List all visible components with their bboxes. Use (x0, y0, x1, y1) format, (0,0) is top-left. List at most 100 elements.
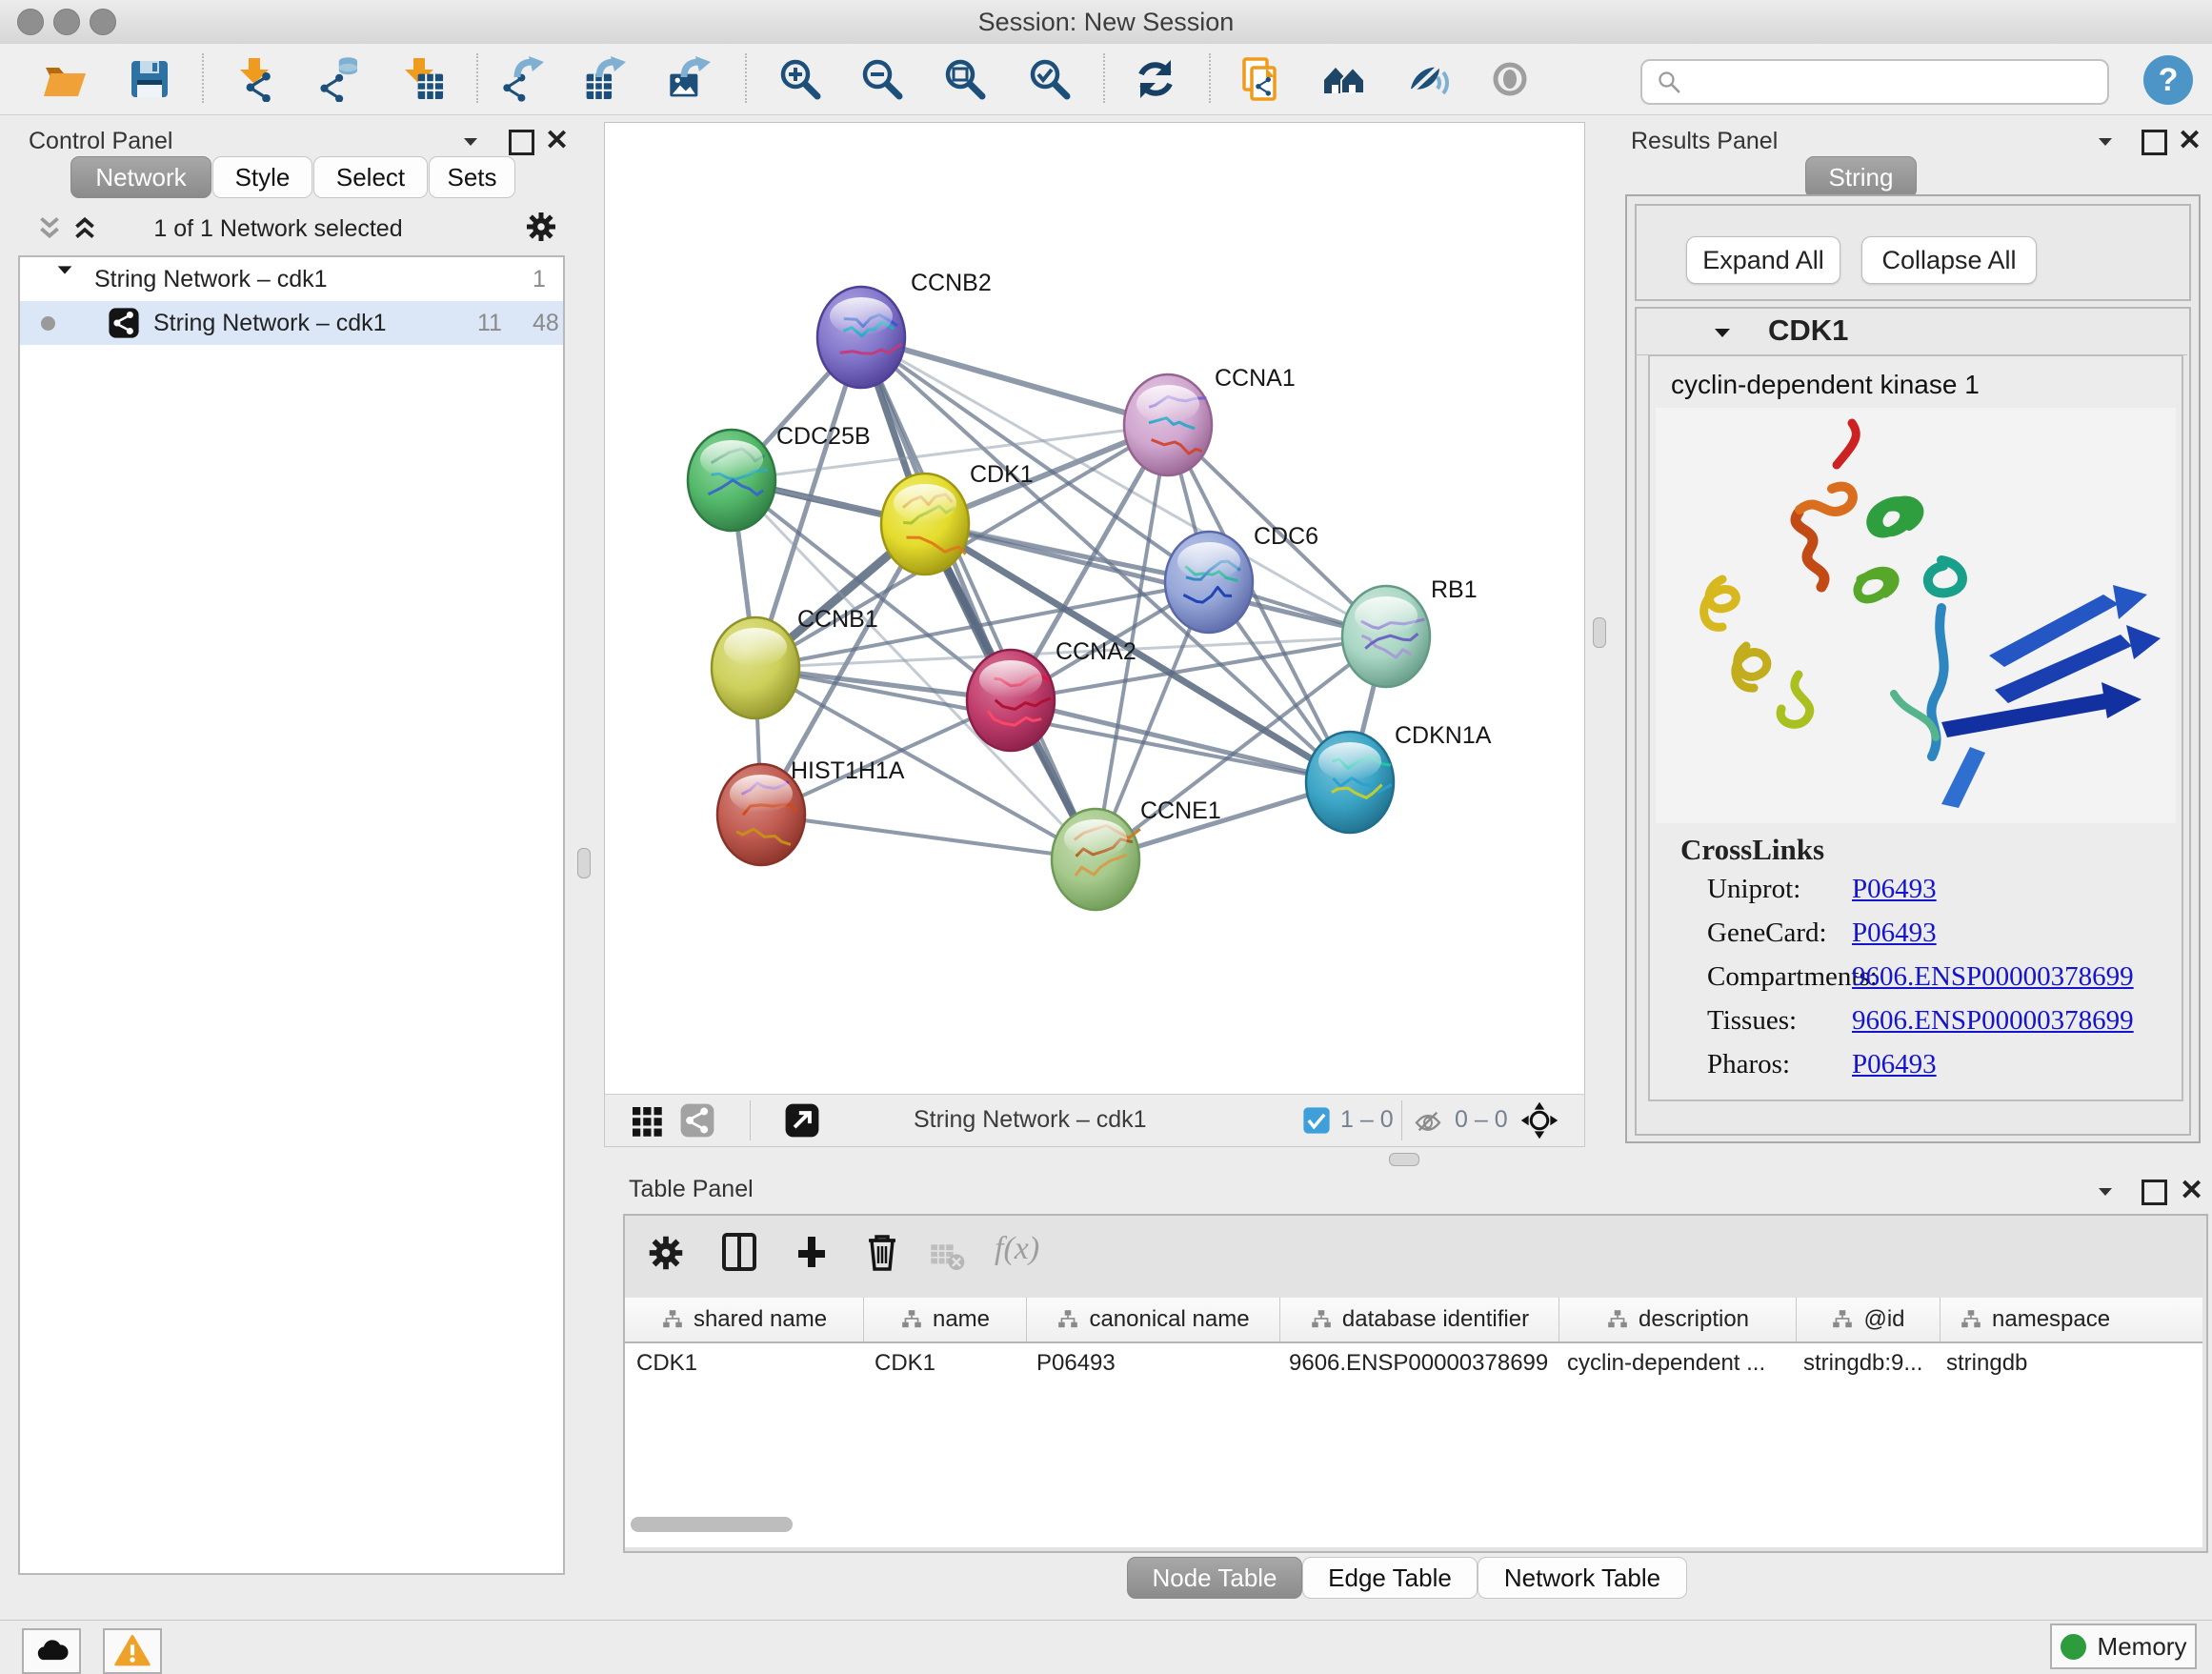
copy-current-style-icon (1237, 56, 1282, 102)
zoom-fit-button[interactable] (937, 51, 993, 107)
node-CCNE1[interactable]: CCNE1 (1052, 797, 1221, 910)
column-header-name[interactable]: name (864, 1298, 1027, 1341)
results-panel-close-icon[interactable]: ✕ (2178, 124, 2202, 157)
column-header-sharedname[interactable]: shared name (625, 1298, 864, 1341)
tab-string[interactable]: String (1805, 156, 1917, 198)
show-columns-icon[interactable] (716, 1229, 762, 1275)
node-RB1[interactable]: RB1 (1342, 576, 1478, 687)
open-in-window-icon[interactable] (784, 1102, 820, 1139)
toolbar-separator (476, 53, 478, 103)
crosslink-link[interactable]: P06493 (1852, 1049, 1937, 1080)
edge-CCNE1-HIST1H1A[interactable] (761, 815, 1096, 859)
tab-node-table[interactable]: Node Table (1127, 1557, 1302, 1599)
warnings-button[interactable] (103, 1628, 162, 1674)
control-panel-float-icon[interactable] (509, 130, 534, 155)
delete-column-icon[interactable] (859, 1229, 905, 1275)
collapse-all-button[interactable]: Collapse All (1861, 236, 2037, 284)
crosslink-link[interactable]: P06493 (1852, 874, 1937, 905)
tab-sets[interactable]: Sets (429, 156, 515, 198)
collection-expander-icon[interactable] (54, 259, 75, 280)
birdseye-grid-icon[interactable] (630, 1104, 664, 1139)
add-column-icon[interactable] (789, 1229, 835, 1275)
import-network-button[interactable] (231, 51, 286, 107)
export-image-button[interactable] (662, 51, 717, 107)
selected-checkbox-icon[interactable] (1302, 1106, 1331, 1135)
right-splitter-handle[interactable] (1593, 617, 1606, 648)
table-panel-float-icon[interactable] (2142, 1180, 2167, 1205)
table-gear-icon[interactable] (644, 1231, 688, 1275)
open-session-button[interactable] (37, 51, 92, 107)
network-share-button-icon[interactable] (679, 1102, 715, 1139)
tab-network-table[interactable]: Network Table (1478, 1557, 1687, 1599)
column-header-description[interactable]: description (1559, 1298, 1797, 1341)
node-CCNA2[interactable]: CCNA2 (967, 638, 1136, 751)
table-cell[interactable]: stringdb (1935, 1350, 2202, 1377)
node-CDKN1A[interactable]: CDKN1A (1306, 722, 1492, 833)
export-network-button[interactable] (495, 51, 551, 107)
refresh-layout-button[interactable] (1128, 51, 1183, 107)
cloud-button[interactable] (22, 1628, 81, 1674)
zoom-out-button[interactable] (855, 51, 910, 107)
network-row[interactable]: String Network – cdk1 11 48 (20, 301, 563, 345)
entry-expander-icon[interactable] (1711, 321, 1734, 344)
table-row[interactable]: CDK1CDK1P064939606.ENSP00000378699cyclin… (625, 1343, 2202, 1383)
sort-tree-icon (1960, 1308, 1982, 1331)
column-header-id[interactable]: @id (1797, 1298, 1941, 1341)
table-cell[interactable]: cyclin-dependent ... (1556, 1350, 1792, 1377)
column-header-namespace[interactable]: namespace (1941, 1298, 2202, 1341)
table-cell[interactable]: CDK1 (863, 1350, 1025, 1377)
expand-all-button[interactable]: Expand All (1686, 236, 1840, 284)
collapse-all-networks-icon[interactable] (35, 213, 64, 242)
tab-select[interactable]: Select (313, 156, 428, 198)
string-home-button[interactable] (1317, 51, 1372, 107)
memory-button[interactable]: Memory (2050, 1624, 2197, 1669)
results-panel-collapse-icon[interactable] (2094, 130, 2117, 152)
node-CCNA1[interactable]: CCNA1 (1124, 365, 1296, 475)
crosslink-link[interactable]: 9606.ENSP00000378699 (1852, 961, 2134, 993)
left-splitter-handle[interactable] (577, 848, 591, 878)
results-panel-float-icon[interactable] (2142, 130, 2167, 155)
node-CCNB2[interactable]: CCNB2 (817, 270, 992, 388)
help-button[interactable]: ? (2143, 55, 2193, 105)
control-panel-close-icon[interactable]: ✕ (545, 124, 569, 157)
cdk1-entry-header[interactable]: CDK1 (1635, 307, 2187, 355)
zoom-selected-button[interactable] (1022, 51, 1077, 107)
node-CDC25B[interactable]: CDC25B (688, 423, 871, 531)
table-cell[interactable]: stringdb:9... (1792, 1350, 1935, 1377)
hidden-eye-slash-icon[interactable] (1413, 1106, 1443, 1137)
crosslink-link[interactable]: 9606.ENSP00000378699 (1852, 1005, 2134, 1037)
crosslink-link[interactable]: P06493 (1852, 918, 1937, 949)
crosslink-label: Compartments: (1650, 961, 1852, 993)
table-panel-close-icon[interactable]: ✕ (2180, 1174, 2203, 1207)
tab-edge-table[interactable]: Edge Table (1302, 1557, 1478, 1599)
search-input[interactable] (1690, 68, 2107, 96)
copy-current-style-button[interactable] (1232, 51, 1287, 107)
crosslink-label: Pharos: (1650, 1049, 1852, 1080)
zoom-in-button[interactable] (773, 51, 828, 107)
table-panel-collapse-icon[interactable] (2094, 1180, 2117, 1202)
table-cell[interactable]: 9606.ENSP00000378699 (1277, 1350, 1556, 1377)
network-options-gear-icon[interactable] (522, 208, 560, 246)
hide-glass-panel-button[interactable] (1400, 51, 1456, 107)
crosslink-label: Tissues: (1650, 1005, 1852, 1037)
save-session-button[interactable] (122, 51, 177, 107)
table-cell[interactable]: CDK1 (625, 1350, 863, 1377)
column-header-databaseidentifier[interactable]: database identifier (1280, 1298, 1559, 1341)
column-header-canonicalname[interactable]: canonical name (1027, 1298, 1280, 1341)
tab-network[interactable]: Network (70, 156, 211, 198)
export-table-button[interactable] (577, 51, 633, 107)
import-table-button[interactable] (395, 51, 451, 107)
expand-all-networks-icon[interactable] (70, 213, 99, 242)
table-hscrollbar-thumb[interactable] (631, 1517, 793, 1532)
control-panel-collapse-icon[interactable] (459, 130, 482, 152)
delete-table-icon (928, 1237, 966, 1275)
bottom-splitter-handle[interactable] (1389, 1153, 1419, 1166)
node-HIST1H1A[interactable]: HIST1H1A (717, 757, 905, 865)
show-glass-panel-icon (1488, 56, 1534, 102)
network-canvas[interactable]: CCNB2CCNA1CDC25BCDK1CDC6RB1CCNB1CCNA2CDK… (604, 122, 1585, 1096)
import-database-button[interactable] (311, 51, 366, 107)
tab-style[interactable]: Style (212, 156, 312, 198)
fit-content-crosshair-icon[interactable] (1519, 1100, 1559, 1140)
network-collection-row[interactable]: String Network – cdk1 1 (20, 257, 563, 301)
table-cell[interactable]: P06493 (1025, 1350, 1277, 1377)
